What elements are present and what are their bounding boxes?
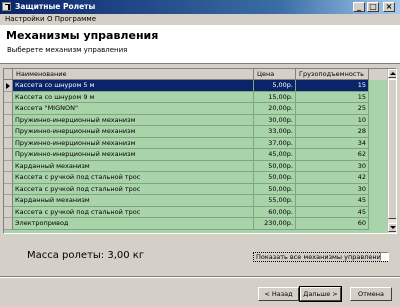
scroll-thumb[interactable] (388, 79, 396, 219)
row-indicator[interactable] (4, 195, 13, 207)
table-row[interactable]: Карданный механизм 50,00р. 30 (4, 160, 388, 172)
header-indicator-cell (4, 69, 13, 80)
row-indicator[interactable] (4, 206, 13, 218)
cell-price[interactable]: 50,00р. (254, 172, 296, 184)
table-row[interactable]: Кассета с ручкой под стальной трос 50,00р… (4, 172, 388, 184)
cell-price[interactable]: 45,00р. (254, 149, 296, 161)
show-all-checkbox[interactable] (380, 252, 389, 261)
row-indicator[interactable] (4, 126, 13, 138)
menu-bar: Настройки О Программе (0, 14, 400, 25)
menu-settings[interactable]: Настройки (5, 15, 45, 23)
cell-capacity[interactable]: 28 (296, 126, 369, 138)
cell-name[interactable]: Пружинно-инерционный механизм (13, 149, 254, 161)
cancel-button[interactable]: Отмена (350, 287, 392, 301)
cell-price[interactable]: 230,00р. (254, 218, 296, 230)
row-indicator[interactable] (4, 160, 13, 172)
cell-price[interactable]: 55,00р. (254, 195, 296, 207)
table-row[interactable]: Кассета с ручкой под стальной трос 60,00р… (4, 206, 388, 218)
cell-capacity[interactable]: 45 (296, 195, 369, 207)
app-icon (2, 2, 11, 11)
table-row[interactable]: Кассета со шнуром 5 м 5,00р. 15 (4, 80, 388, 92)
vertical-scrollbar[interactable] (387, 69, 396, 233)
cell-price[interactable]: 60,00р. (254, 206, 296, 218)
cell-capacity[interactable]: 42 (296, 172, 369, 184)
table-row[interactable]: Кассета со шнуром 9 м 15,00р. 15 (4, 91, 388, 103)
scroll-down-button[interactable] (388, 223, 396, 232)
mechanisms-table[interactable]: Наименование Цена Грузоподъемность Кассе… (3, 68, 397, 234)
table-header: Наименование Цена Грузоподъемность (4, 69, 388, 80)
row-indicator[interactable] (4, 172, 13, 184)
table-row[interactable]: Пружинно-инерционный механизм 37,00р. 34 (4, 137, 388, 149)
column-header-capacity[interactable]: Грузоподъемность (296, 69, 369, 80)
row-indicator[interactable] (4, 80, 13, 92)
cell-capacity[interactable]: 25 (296, 103, 369, 115)
cell-name[interactable]: Кассета "MIGNON" (13, 103, 254, 115)
next-button[interactable]: Дальше > (299, 286, 342, 302)
cell-price[interactable]: 5,00р. (254, 80, 296, 92)
cell-capacity[interactable]: 60 (296, 218, 369, 230)
cell-price[interactable]: 15,00р. (254, 91, 296, 103)
back-button[interactable]: < Назад (258, 287, 299, 301)
column-header-price[interactable]: Цена (254, 69, 296, 80)
cell-capacity[interactable]: 62 (296, 149, 369, 161)
table-row[interactable]: Кассета "MIGNON" 20,00р. 25 (4, 103, 388, 115)
cell-price[interactable]: 50,00р. (254, 183, 296, 195)
cell-name[interactable]: Пружинно-инерционный механизм (13, 137, 254, 149)
cell-name[interactable]: Кассета со шнуром 9 м (13, 91, 254, 103)
row-indicator[interactable] (4, 218, 13, 230)
cell-capacity[interactable]: 15 (296, 91, 369, 103)
table-row[interactable]: Карданный механизм 55,00р. 45 (4, 195, 388, 207)
menu-about[interactable]: О Программе (47, 15, 96, 23)
cell-capacity[interactable]: 10 (296, 114, 369, 126)
cell-name[interactable]: Кассета со шнуром 5 м (13, 80, 254, 92)
table-row[interactable]: Пружинно-инерционный механизм 45,00р. 62 (4, 149, 388, 161)
cell-capacity[interactable]: 34 (296, 137, 369, 149)
window-title: Защитные Ролеты (15, 2, 96, 11)
cell-name[interactable]: Кассета с ручкой под стальной трос (13, 172, 254, 184)
cell-price[interactable]: 33,00р. (254, 126, 296, 138)
show-all-label[interactable]: Показать все механизмы управления (253, 252, 388, 262)
arrow-up-icon (390, 72, 396, 75)
table-row[interactable]: Пружинно-инерционный механизм 33,00р. 28 (4, 126, 388, 138)
arrow-down-icon (390, 226, 396, 229)
table-row[interactable]: Пружинно-инерционный механизм 30,00р. 10 (4, 114, 388, 126)
row-indicator[interactable] (4, 91, 13, 103)
cell-capacity[interactable]: 30 (296, 183, 369, 195)
cell-name[interactable]: Пружинно-инерционный механизм (13, 114, 254, 126)
table-row[interactable]: Электропривод 230,00р. 60 (4, 218, 388, 230)
column-header-name[interactable]: Наименование (13, 69, 254, 80)
row-indicator[interactable] (4, 183, 13, 195)
row-indicator[interactable] (4, 149, 13, 161)
cell-name[interactable]: Электропривод (13, 218, 254, 230)
footer-separator (0, 276, 400, 278)
table-row[interactable]: Кассета с ручкой под стальной трос 50,00р… (4, 183, 388, 195)
title-bar[interactable]: Защитные Ролеты _ □ × (0, 0, 400, 14)
cell-price[interactable]: 37,00р. (254, 137, 296, 149)
scroll-up-button[interactable] (388, 69, 396, 78)
cell-capacity[interactable]: 30 (296, 160, 369, 172)
cell-price[interactable]: 50,00р. (254, 160, 296, 172)
minimize-button[interactable]: _ (353, 2, 365, 12)
cell-name[interactable]: Карданный механизм (13, 160, 254, 172)
page-subtitle: Выберете механизм управления (7, 46, 128, 54)
close-button[interactable]: × (383, 2, 395, 12)
row-indicator[interactable] (4, 137, 13, 149)
cell-capacity[interactable]: 45 (296, 206, 369, 218)
row-indicator[interactable] (4, 114, 13, 126)
cell-name[interactable]: Кассета с ручкой под стальной трос (13, 183, 254, 195)
mass-label: Масса ролеты: 3,00 кг (27, 250, 145, 261)
cell-name[interactable]: Пружинно-инерционный механизм (13, 126, 254, 138)
cell-name[interactable]: Карданный механизм (13, 195, 254, 207)
page-title: Механизмы управления (6, 29, 159, 42)
current-row-arrow-icon (6, 83, 10, 89)
maximize-button[interactable]: □ (367, 2, 379, 12)
cell-capacity[interactable]: 15 (296, 80, 369, 92)
cell-price[interactable]: 20,00р. (254, 103, 296, 115)
cell-price[interactable]: 30,00р. (254, 114, 296, 126)
main-window: Защитные Ролеты _ □ × Настройки О Програ… (0, 0, 400, 307)
header-panel: Механизмы управления Выберете механизм у… (0, 25, 400, 64)
cell-name[interactable]: Кассета с ручкой под стальной трос (13, 206, 254, 218)
row-indicator[interactable] (4, 103, 13, 115)
